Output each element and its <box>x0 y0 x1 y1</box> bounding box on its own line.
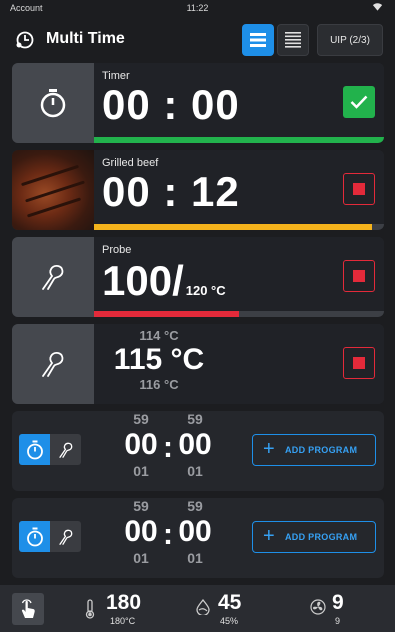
hours-wheel[interactable]: 59 00 01 <box>124 498 158 566</box>
probe-icon <box>58 529 72 545</box>
stop-button[interactable] <box>343 173 375 205</box>
status-bar: Account 11:22 <box>0 0 395 16</box>
page-title: Multi Time <box>46 30 125 47</box>
grilled-beef-card[interactable]: Grilled beef 00 : 12 <box>12 150 384 230</box>
program-progress-bar <box>94 224 384 230</box>
probe-icon <box>42 265 64 290</box>
stopwatch-icon <box>40 89 66 118</box>
minutes-value: 00 <box>178 515 212 548</box>
program-time: 00 : 12 <box>102 168 240 215</box>
stop-icon <box>353 183 365 195</box>
stop-button[interactable] <box>343 260 375 292</box>
minutes-value: 00 <box>178 428 212 461</box>
probe-temperature-card[interactable]: 114 °C 115 °C 116 °C <box>12 324 384 404</box>
uip-button[interactable]: UIP (2/3) <box>317 24 383 56</box>
add-program-label: ADD PROGRAM <box>284 445 358 455</box>
probe-mode-tile[interactable] <box>12 324 94 404</box>
stopwatch-icon <box>26 440 43 459</box>
timer-mode-tile[interactable] <box>12 63 94 143</box>
hours-below: 01 <box>133 463 149 479</box>
probe-readout: 100/120 °C <box>102 257 226 305</box>
probe-mode-toggle[interactable] <box>50 521 81 552</box>
timer-progress-bar <box>94 137 384 143</box>
humidity-value: 45 <box>218 591 242 614</box>
probe-mode-tile[interactable] <box>12 237 94 317</box>
program-slot: 59 00 01 : 59 00 01 + ADD PROGRAM <box>12 411 384 491</box>
hours-value: 00 <box>124 515 158 548</box>
plus-icon: + <box>263 437 275 460</box>
compact-view-button[interactable] <box>277 24 309 56</box>
timer-card[interactable]: Timer 00 : 00 <box>12 63 384 143</box>
temperature-above: 114 °C <box>139 328 179 343</box>
multi-time-icon <box>16 31 34 49</box>
time-separator: : <box>163 518 173 551</box>
fan-sub: 9 <box>335 616 341 626</box>
probe-card[interactable]: Probe 100/120 °C <box>12 237 384 317</box>
temperature-value: 180 <box>106 591 142 614</box>
progress-fill <box>94 137 384 143</box>
header: Multi Time UIP (2/3) <box>0 18 395 62</box>
humidity-icon <box>196 599 210 615</box>
minutes-below: 01 <box>187 550 203 566</box>
time-separator: : <box>163 431 173 464</box>
hours-wheel[interactable]: 59 00 01 <box>124 411 158 479</box>
progress-fill <box>94 224 373 230</box>
probe-progress-bar <box>94 311 384 317</box>
timer-mode-toggle[interactable] <box>19 434 50 465</box>
minutes-below: 01 <box>187 463 203 479</box>
timer-time: 00 : 00 <box>102 81 240 128</box>
temperature-sub: 180°C <box>110 616 136 626</box>
plus-icon: + <box>263 524 275 547</box>
add-program-button[interactable]: + ADD PROGRAM <box>252 434 376 466</box>
stop-icon <box>353 357 365 369</box>
fan-value: 9 <box>332 591 344 614</box>
hours-above: 59 <box>133 411 149 427</box>
timer-mode-toggle[interactable] <box>19 521 50 552</box>
probe-target: 120 °C <box>185 283 226 298</box>
temperature-current: 115 °C <box>113 343 205 376</box>
stopwatch-icon <box>26 527 43 546</box>
done-button[interactable] <box>343 86 375 118</box>
minutes-above: 59 <box>187 411 203 427</box>
hours-value: 00 <box>124 428 158 461</box>
check-icon <box>350 95 368 109</box>
progress-fill <box>94 311 239 317</box>
list-view-icon <box>250 33 266 47</box>
temperature-below: 116 °C <box>139 377 179 392</box>
minutes-above: 59 <box>187 498 203 514</box>
wifi-icon <box>372 3 383 11</box>
fan-icon <box>310 599 326 615</box>
temperature-picker[interactable]: 114 °C 115 °C 116 °C <box>94 324 384 404</box>
minutes-wheel[interactable]: 59 00 01 <box>178 411 212 479</box>
probe-mode-toggle[interactable] <box>50 434 81 465</box>
card-label: Probe <box>102 244 132 256</box>
humidity-sub: 45% <box>220 616 239 626</box>
touch-button[interactable] <box>12 593 44 625</box>
add-program-button[interactable]: + ADD PROGRAM <box>252 521 376 553</box>
stop-button[interactable] <box>343 347 375 379</box>
bottom-status-bar: 180 180°C 45 45% 9 9 <box>0 585 395 632</box>
list-view-button[interactable] <box>242 24 274 56</box>
probe-icon <box>42 352 64 377</box>
hours-above: 59 <box>133 498 149 514</box>
add-program-label: ADD PROGRAM <box>284 532 358 542</box>
probe-icon <box>58 442 72 458</box>
thermometer-icon <box>85 599 95 619</box>
minutes-wheel[interactable]: 59 00 01 <box>178 498 212 566</box>
hours-below: 01 <box>133 550 149 566</box>
probe-value: 100/ <box>102 257 184 304</box>
status-time: 11:22 <box>186 3 209 13</box>
touch-hand-icon <box>21 599 35 618</box>
program-slot: 59 00 01 : 59 00 01 + ADD PROGRAM <box>12 498 384 578</box>
compact-list-icon <box>285 32 301 48</box>
grilled-beef-photo <box>12 150 94 230</box>
stop-icon <box>353 270 365 282</box>
